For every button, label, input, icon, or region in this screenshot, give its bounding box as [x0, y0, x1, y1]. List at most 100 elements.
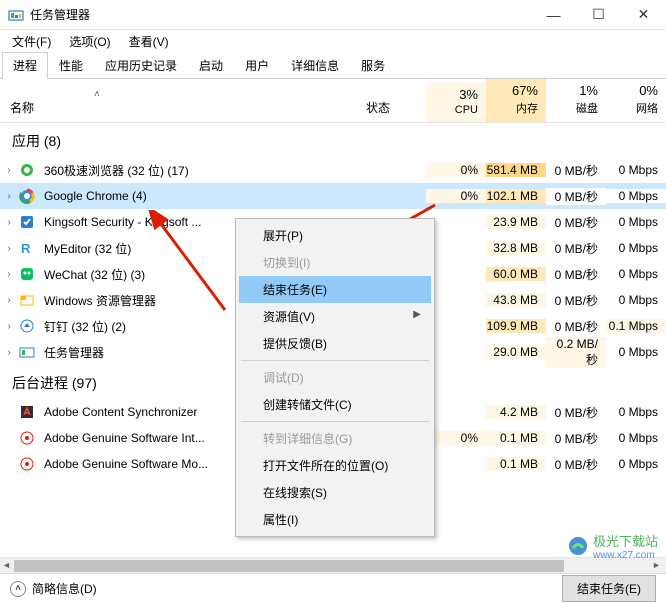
memory-cell: 0.1 MB: [486, 457, 546, 471]
network-cell: 0 Mbps: [606, 189, 666, 203]
disk-cell: 0.2 MB/秒: [546, 337, 606, 368]
menu-search-online[interactable]: 在线搜索(S): [239, 479, 431, 506]
expand-icon[interactable]: ›: [0, 217, 18, 228]
tab-processes[interactable]: 进程: [2, 52, 48, 79]
svg-text:R: R: [21, 241, 31, 256]
network-cell: 0 Mbps: [606, 293, 666, 307]
watermark-url: www.x27.com: [593, 550, 658, 561]
menu-view[interactable]: 查看(V): [123, 31, 175, 52]
app-icon: [18, 161, 36, 179]
memory-cell: 32.8 MB: [486, 241, 546, 255]
network-cell: 0 Mbps: [606, 163, 666, 177]
app-icon: [18, 213, 36, 231]
tab-services[interactable]: 服务: [350, 52, 396, 79]
disk-cell: 0 MB/秒: [546, 162, 606, 179]
column-status[interactable]: 状态: [366, 99, 426, 122]
memory-cell: 29.0 MB: [486, 345, 546, 359]
memory-cell: 60.0 MB: [486, 267, 546, 281]
app-icon: [18, 291, 36, 309]
memory-cell: 23.9 MB: [486, 215, 546, 229]
network-cell: 0 Mbps: [606, 345, 666, 359]
menu-end-task[interactable]: 结束任务(E): [239, 276, 431, 303]
app-icon: [18, 455, 36, 473]
disk-cell: 0 MB/秒: [546, 318, 606, 335]
column-headers: 名称 ˄ 状态 3%CPU 67%内存 1%磁盘 0%网络: [0, 79, 666, 123]
tab-users[interactable]: 用户: [234, 52, 280, 79]
memory-cell: 0.1 MB: [486, 431, 546, 445]
memory-cell: 43.8 MB: [486, 293, 546, 307]
menu-options[interactable]: 选项(O): [63, 31, 116, 52]
menu-create-dump[interactable]: 创建转储文件(C): [239, 391, 431, 418]
menu-resource-values[interactable]: 资源值(V)▶: [239, 303, 431, 330]
app-icon: [18, 187, 36, 205]
expand-icon[interactable]: ›: [0, 295, 18, 306]
expand-icon[interactable]: ›: [0, 243, 18, 254]
network-cell: 0 Mbps: [606, 405, 666, 419]
expand-icon[interactable]: ›: [0, 165, 18, 176]
tab-startup[interactable]: 启动: [188, 52, 234, 79]
menu-properties[interactable]: 属性(I): [239, 506, 431, 533]
fewer-details-label[interactable]: 简略信息(D): [32, 580, 97, 597]
process-row[interactable]: › 360极速浏览器 (32 位) (17) 0% 581.4 MB 0 MB/…: [0, 157, 666, 183]
column-name[interactable]: 名称: [10, 99, 34, 116]
network-cell: 0 Mbps: [606, 241, 666, 255]
window-title: 任务管理器: [30, 6, 531, 23]
app-icon: R: [18, 239, 36, 257]
expand-icon[interactable]: ›: [0, 269, 18, 280]
tab-performance[interactable]: 性能: [48, 52, 94, 79]
close-button[interactable]: ✕: [621, 0, 666, 30]
network-cell: 0 Mbps: [606, 457, 666, 471]
menu-switch-to: 切换到(I): [239, 249, 431, 276]
scroll-thumb[interactable]: [14, 560, 564, 572]
menu-debug: 调试(D): [239, 364, 431, 391]
network-cell: 0 Mbps: [606, 267, 666, 281]
expand-icon[interactable]: ›: [0, 321, 18, 332]
menu-open-location[interactable]: 打开文件所在的位置(O): [239, 452, 431, 479]
process-row[interactable]: › Google Chrome (4) 0% 102.1 MB 0 MB/秒 0…: [0, 183, 666, 209]
column-disk[interactable]: 1%磁盘: [546, 79, 606, 122]
expand-icon[interactable]: ›: [0, 191, 18, 202]
scroll-right-icon[interactable]: ►: [652, 560, 664, 570]
context-menu: 展开(P) 切换到(I) 结束任务(E) 资源值(V)▶ 提供反馈(B) 调试(…: [235, 218, 435, 537]
column-memory[interactable]: 67%内存: [486, 79, 546, 122]
memory-cell: 581.4 MB: [486, 163, 546, 177]
process-name: Google Chrome (4): [42, 189, 426, 203]
menu-separator: [241, 421, 429, 422]
minimize-button[interactable]: —: [531, 0, 576, 30]
menu-expand[interactable]: 展开(P): [239, 222, 431, 249]
memory-cell: 4.2 MB: [486, 405, 546, 419]
disk-cell: 0 MB/秒: [546, 188, 606, 205]
tab-apphistory[interactable]: 应用历史记录: [94, 52, 188, 79]
menubar: 文件(F) 选项(O) 查看(V): [0, 30, 666, 52]
column-network[interactable]: 0%网络: [606, 79, 666, 122]
titlebar: 任务管理器 — ☐ ✕: [0, 0, 666, 30]
app-icon: [18, 265, 36, 283]
watermark-name: 极光下载站: [593, 531, 658, 550]
submenu-arrow-icon: ▶: [413, 309, 421, 320]
menu-separator: [241, 360, 429, 361]
app-icon: [18, 403, 36, 421]
fewer-details-icon[interactable]: ˄: [10, 581, 26, 597]
memory-cell: 102.1 MB: [486, 189, 546, 203]
end-task-button[interactable]: 结束任务(E): [562, 575, 656, 602]
tabs: 进程 性能 应用历史记录 启动 用户 详细信息 服务: [0, 52, 666, 79]
scroll-left-icon[interactable]: ◄: [2, 560, 14, 570]
sort-indicator[interactable]: ˄: [94, 89, 100, 100]
tab-details[interactable]: 详细信息: [280, 52, 350, 79]
memory-cell: 109.9 MB: [486, 319, 546, 333]
app-icon: [18, 429, 36, 447]
menu-go-details: 转到详细信息(G): [239, 425, 431, 452]
group-apps[interactable]: 应用 (8): [0, 123, 666, 157]
app-icon: [18, 343, 36, 361]
expand-icon[interactable]: ›: [0, 347, 18, 358]
column-cpu[interactable]: 3%CPU: [426, 83, 486, 122]
disk-cell: 0 MB/秒: [546, 214, 606, 231]
menu-feedback[interactable]: 提供反馈(B): [239, 330, 431, 357]
cpu-cell: 0%: [426, 163, 486, 177]
watermark: 极光下载站 www.x27.com: [567, 531, 658, 561]
disk-cell: 0 MB/秒: [546, 456, 606, 473]
maximize-button[interactable]: ☐: [576, 0, 621, 30]
menu-file[interactable]: 文件(F): [6, 31, 57, 52]
watermark-icon: [567, 535, 589, 557]
app-icon: [18, 317, 36, 335]
